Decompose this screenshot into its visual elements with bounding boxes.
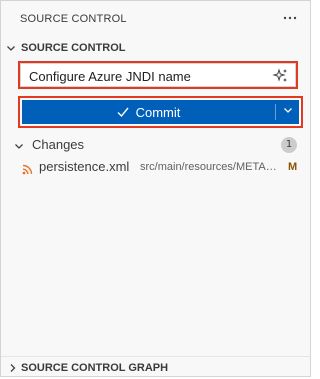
rss-file-icon: [22, 162, 33, 180]
section-title: SOURCE CONTROL: [21, 42, 126, 54]
more-actions-icon[interactable]: [280, 9, 300, 27]
commit-button-highlight: Commit: [18, 96, 303, 128]
section-divider: [1, 356, 310, 357]
commit-message-text[interactable]: Configure Azure JNDI name: [29, 69, 191, 84]
section-header-source-control-graph[interactable]: SOURCE CONTROL GRAPH: [1, 358, 310, 376]
file-path: src/main/resources/META-INF: [140, 161, 280, 173]
chevron-down-icon: [13, 139, 25, 157]
commit-button-group: Commit: [22, 100, 299, 124]
chevron-right-icon: [8, 361, 18, 379]
section-header-source-control[interactable]: SOURCE CONTROL: [1, 39, 310, 57]
changes-group-header[interactable]: Changes 1: [1, 135, 310, 155]
changes-label: Changes: [32, 137, 85, 152]
changes-count-badge: 1: [281, 137, 297, 153]
file-status-badge: M: [288, 161, 298, 173]
commit-message-input[interactable]: Configure Azure JNDI name: [18, 61, 298, 89]
section-title: SOURCE CONTROL GRAPH: [21, 362, 169, 374]
panel-title: SOURCE CONTROL: [20, 13, 127, 25]
source-control-panel: SOURCE CONTROL SOURCE CONTROL Configure …: [0, 0, 311, 377]
commit-button[interactable]: Commit: [22, 100, 274, 124]
commit-button-label: Commit: [135, 104, 181, 120]
list-item[interactable]: persistence.xml src/main/resources/META-…: [1, 157, 310, 177]
check-icon: [116, 105, 130, 119]
file-name: persistence.xml: [39, 159, 130, 174]
chevron-down-icon: [282, 103, 294, 121]
sparkle-icon[interactable]: [272, 67, 290, 85]
chevron-down-icon: [5, 41, 17, 59]
commit-dropdown-button[interactable]: [276, 100, 299, 124]
